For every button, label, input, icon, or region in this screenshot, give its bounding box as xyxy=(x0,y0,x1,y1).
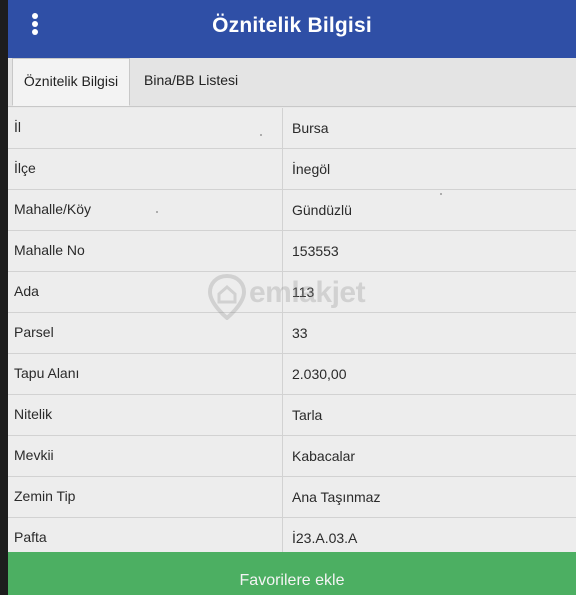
row-label: İlçe xyxy=(14,160,36,176)
column-divider xyxy=(282,272,283,312)
row-label: Zemin Tip xyxy=(14,488,76,504)
row-label: Tapu Alanı xyxy=(14,365,80,381)
row-value: 33 xyxy=(292,325,308,341)
row-label: Mevkii xyxy=(14,447,54,463)
column-divider xyxy=(282,436,283,476)
row-value: İnegöl xyxy=(292,161,331,177)
row-value: 2.030,00 xyxy=(292,366,347,382)
app-screen: Öznitelik Bilgisi Öznitelik Bilgisi Bina… xyxy=(8,0,576,595)
screen-speck xyxy=(260,134,262,136)
row-value: Gündüzlü xyxy=(292,202,352,218)
screen-speck xyxy=(440,193,442,195)
table-row: İlçe İnegöl xyxy=(8,149,576,190)
table-row: Nitelik Tarla xyxy=(8,395,576,436)
row-value: Bursa xyxy=(292,120,329,136)
row-label: Ada xyxy=(14,283,39,299)
column-divider xyxy=(282,395,283,435)
row-label: Nitelik xyxy=(14,406,53,422)
row-label: Mahalle/Köy xyxy=(14,201,92,217)
row-value: Ana Taşınmaz xyxy=(292,489,381,505)
screen-speck xyxy=(156,211,158,213)
table-row: Mevkii Kabacalar xyxy=(8,436,576,477)
column-divider xyxy=(282,354,283,394)
table-row: İl Bursa xyxy=(8,108,576,149)
add-to-favorites-button[interactable]: Favorilere ekle xyxy=(8,552,576,595)
tab-attribute-info[interactable]: Öznitelik Bilgisi xyxy=(12,58,130,106)
row-value: 153553 xyxy=(292,243,339,259)
tab-building-list[interactable]: Bina/BB Listesi xyxy=(144,58,264,106)
attribute-table: İl Bursa İlçe İnegöl Mahalle/Köy Gündüzl… xyxy=(8,108,576,559)
row-value: Kabacalar xyxy=(292,448,356,464)
row-label: Parsel xyxy=(14,324,54,340)
table-row: Mahalle/Köy Gündüzlü xyxy=(8,190,576,231)
table-row: Tapu Alanı 2.030,00 xyxy=(8,354,576,395)
row-value: 113 xyxy=(292,284,315,300)
table-row: Mahalle No 153553 xyxy=(8,231,576,272)
row-label: İl xyxy=(14,119,21,135)
tab-bar: Öznitelik Bilgisi Bina/BB Listesi xyxy=(8,58,576,107)
table-row: Ada 113 xyxy=(8,272,576,313)
device-frame: Öznitelik Bilgisi Öznitelik Bilgisi Bina… xyxy=(0,0,576,595)
column-divider xyxy=(282,477,283,517)
app-header: Öznitelik Bilgisi xyxy=(8,0,576,58)
column-divider xyxy=(282,149,283,189)
column-divider xyxy=(282,231,283,271)
table-row: Parsel 33 xyxy=(8,313,576,354)
page-title: Öznitelik Bilgisi xyxy=(212,14,372,37)
column-divider xyxy=(282,108,283,148)
column-divider xyxy=(282,313,283,353)
column-divider xyxy=(282,190,283,230)
table-row: Zemin Tip Ana Taşınmaz xyxy=(8,477,576,518)
row-label: Mahalle No xyxy=(14,242,85,258)
row-value: Tarla xyxy=(292,407,323,423)
